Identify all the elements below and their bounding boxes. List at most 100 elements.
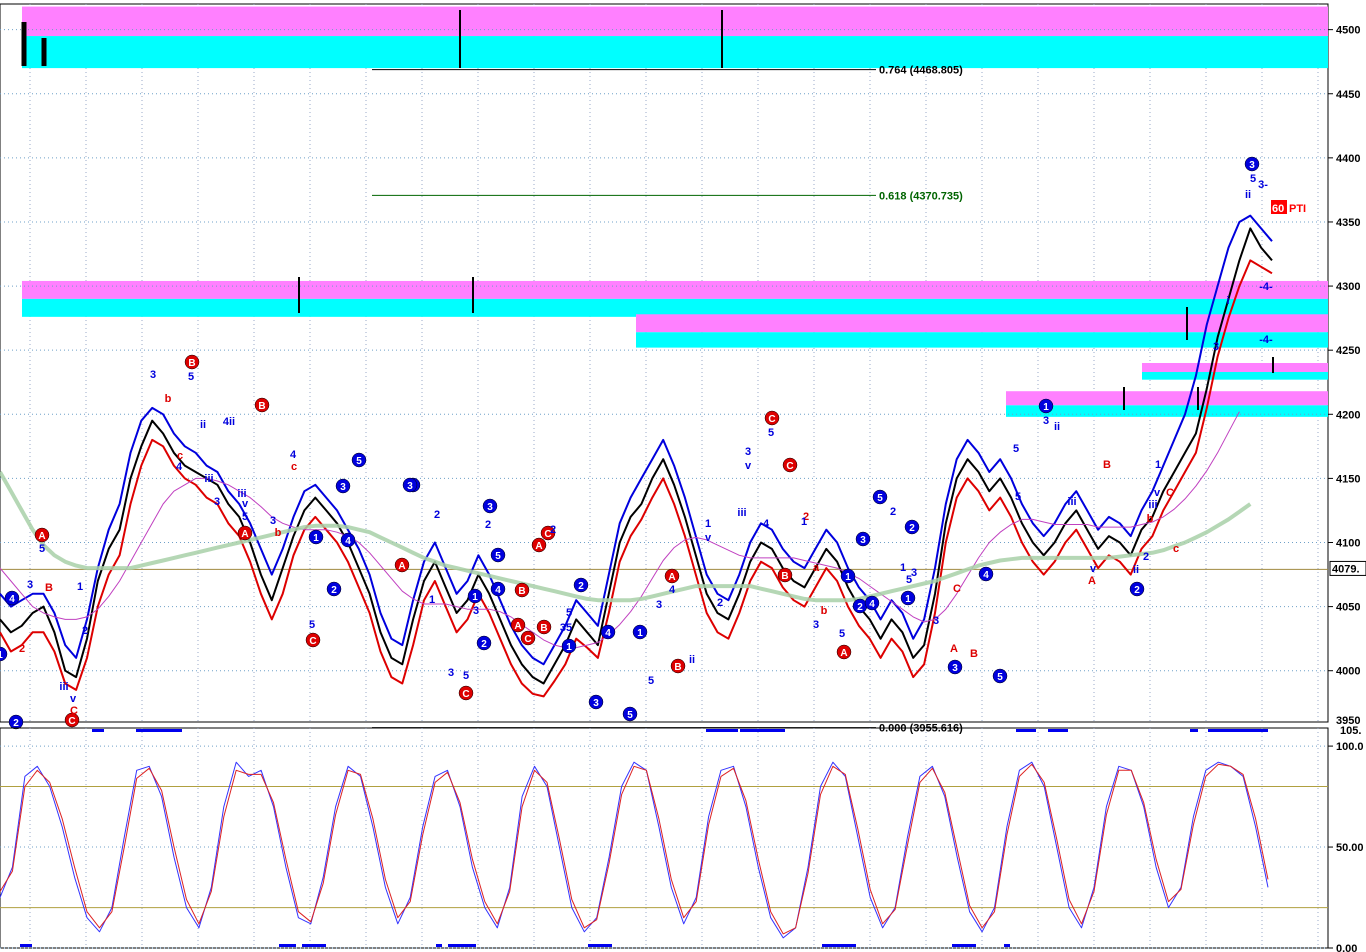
wave-label: 3 (745, 446, 751, 458)
wave-circle-label: A (398, 561, 405, 572)
zone-band (22, 298, 1328, 317)
wave-label: 3 (214, 496, 220, 508)
signal-dash (1048, 729, 1068, 732)
osc-tick-label: 0.00 (1336, 943, 1357, 952)
price-tick-label: 4100 (1336, 538, 1360, 550)
price-tick-label: 4150 (1336, 473, 1360, 485)
wave-circle-label: 1 (637, 628, 643, 639)
wave-label: 3 (1043, 415, 1049, 427)
wave-label: ii (1054, 421, 1060, 433)
wave-label: 1 (801, 516, 807, 528)
wave-circle-label: 3 (340, 482, 346, 493)
wave-label: iii (1067, 496, 1076, 508)
wave-circle-label: 4 (983, 570, 989, 581)
wave-circle-label: 1 (0, 650, 3, 661)
wave-circle-label: A (38, 531, 45, 542)
wave-label: C (1166, 487, 1174, 499)
wave-circle-label: B (674, 662, 681, 673)
wave-label: v (705, 532, 712, 544)
annotation-label: 60 (1272, 203, 1284, 215)
fib-level-label: 0.764 (4468.805) (879, 65, 963, 77)
wave-circle-label: C (524, 634, 531, 645)
chart-root: 4500 4450 4400 4350 4300 4250 4200 4150 4100 4050… (0, 0, 1366, 952)
wave-circle-label: 2 (13, 718, 19, 729)
wave-label: v (1090, 563, 1097, 575)
wave-circle-label: 1 (845, 572, 851, 583)
wave-circle-label: C (462, 689, 469, 700)
signal-dash (822, 944, 856, 947)
wave-circle-label: 3 (952, 663, 958, 674)
wave-label: ii (200, 419, 206, 431)
signal-dash (706, 729, 738, 732)
wave-label: 4ii (223, 416, 235, 428)
wave-circle-label: 2 (578, 581, 584, 592)
wave-label: iii (204, 473, 213, 485)
wave-label: 35 (560, 622, 572, 634)
wave-circle-label: A (514, 621, 521, 632)
wave-label: 4 (290, 449, 297, 461)
wave-circle-label: B (188, 358, 195, 369)
signal-dash (1016, 729, 1036, 732)
wave-label: ii (689, 654, 695, 666)
current-value-label: 4079. (1332, 563, 1360, 575)
wave-label: 4 (669, 584, 676, 596)
wave-circle-label: B (781, 571, 788, 582)
wave-label: i (1226, 295, 1229, 307)
wave-circle-label: A (840, 648, 847, 659)
wave-label: 3 (448, 667, 454, 679)
wave-label: 5 (309, 619, 315, 631)
signal-dash (740, 729, 785, 732)
fib-level-label: 0.618 (4370.735) (879, 190, 963, 202)
zone-band (1142, 371, 1328, 380)
wave-circle-label: 2 (331, 585, 337, 596)
price-tick-label: 4000 (1336, 666, 1360, 678)
wave-label: 5 (648, 675, 654, 687)
wave-label: c (1173, 543, 1179, 555)
wave-circle-label: C (309, 636, 316, 647)
wave-circle-label: B (540, 623, 547, 634)
wave-label: b (275, 527, 282, 539)
signal-dash (20, 944, 32, 947)
signal-dash (136, 729, 182, 732)
wave-circle-label: C (786, 461, 793, 472)
wave-circle-label: A (535, 541, 542, 552)
wave-circle-label: 1 (313, 533, 319, 544)
wave-label: 5 (1250, 173, 1256, 185)
price-tick-label: 4200 (1336, 409, 1360, 421)
wave-label: 5 (463, 670, 469, 682)
fib-level-label: 0.000 (3955.616) (879, 723, 963, 735)
wave-label: C (953, 583, 961, 595)
wave-label: A (950, 643, 958, 655)
wave-label: v (1154, 487, 1161, 499)
wave-circle-label: 2 (1134, 585, 1140, 596)
wave-circle-label: 4 (345, 536, 351, 547)
signal-dash (279, 944, 296, 947)
zone-band (1006, 391, 1328, 406)
wave-circle-label: 5 (997, 672, 1003, 683)
wave-circle-label: 5 (495, 551, 501, 562)
wave-circle-label: 3 (593, 698, 599, 709)
zone-band (22, 280, 1328, 299)
wave-label: iii (1148, 499, 1157, 511)
wave-circle-label: 1 (566, 642, 572, 653)
wave-circle-label: 5 (877, 493, 883, 504)
wave-label: 5 (768, 427, 774, 439)
wave-circle-label: A (241, 529, 248, 540)
wave-circle-label: 4 (495, 585, 501, 596)
wave-circle-label: 5 (356, 456, 362, 467)
wave-label: 5 (1013, 443, 1019, 455)
wave-label: a (813, 562, 820, 574)
signal-dash (448, 944, 476, 947)
wave-label: 3 (473, 605, 479, 617)
osc-tick-label: 50.00 (1336, 842, 1364, 854)
wave-label: 5 (39, 543, 45, 555)
annotation-label: 3- (1258, 179, 1268, 191)
wave-circle-label: C (68, 716, 75, 727)
wave-circle-label: 4 (9, 594, 15, 605)
annotation-label: PTI (1289, 203, 1306, 215)
wave-label: ii (1133, 564, 1139, 576)
wave-label: iii (59, 681, 68, 693)
wave-label: 1 (705, 518, 711, 530)
wave-label: v (70, 693, 77, 705)
zone-band (1006, 405, 1328, 417)
